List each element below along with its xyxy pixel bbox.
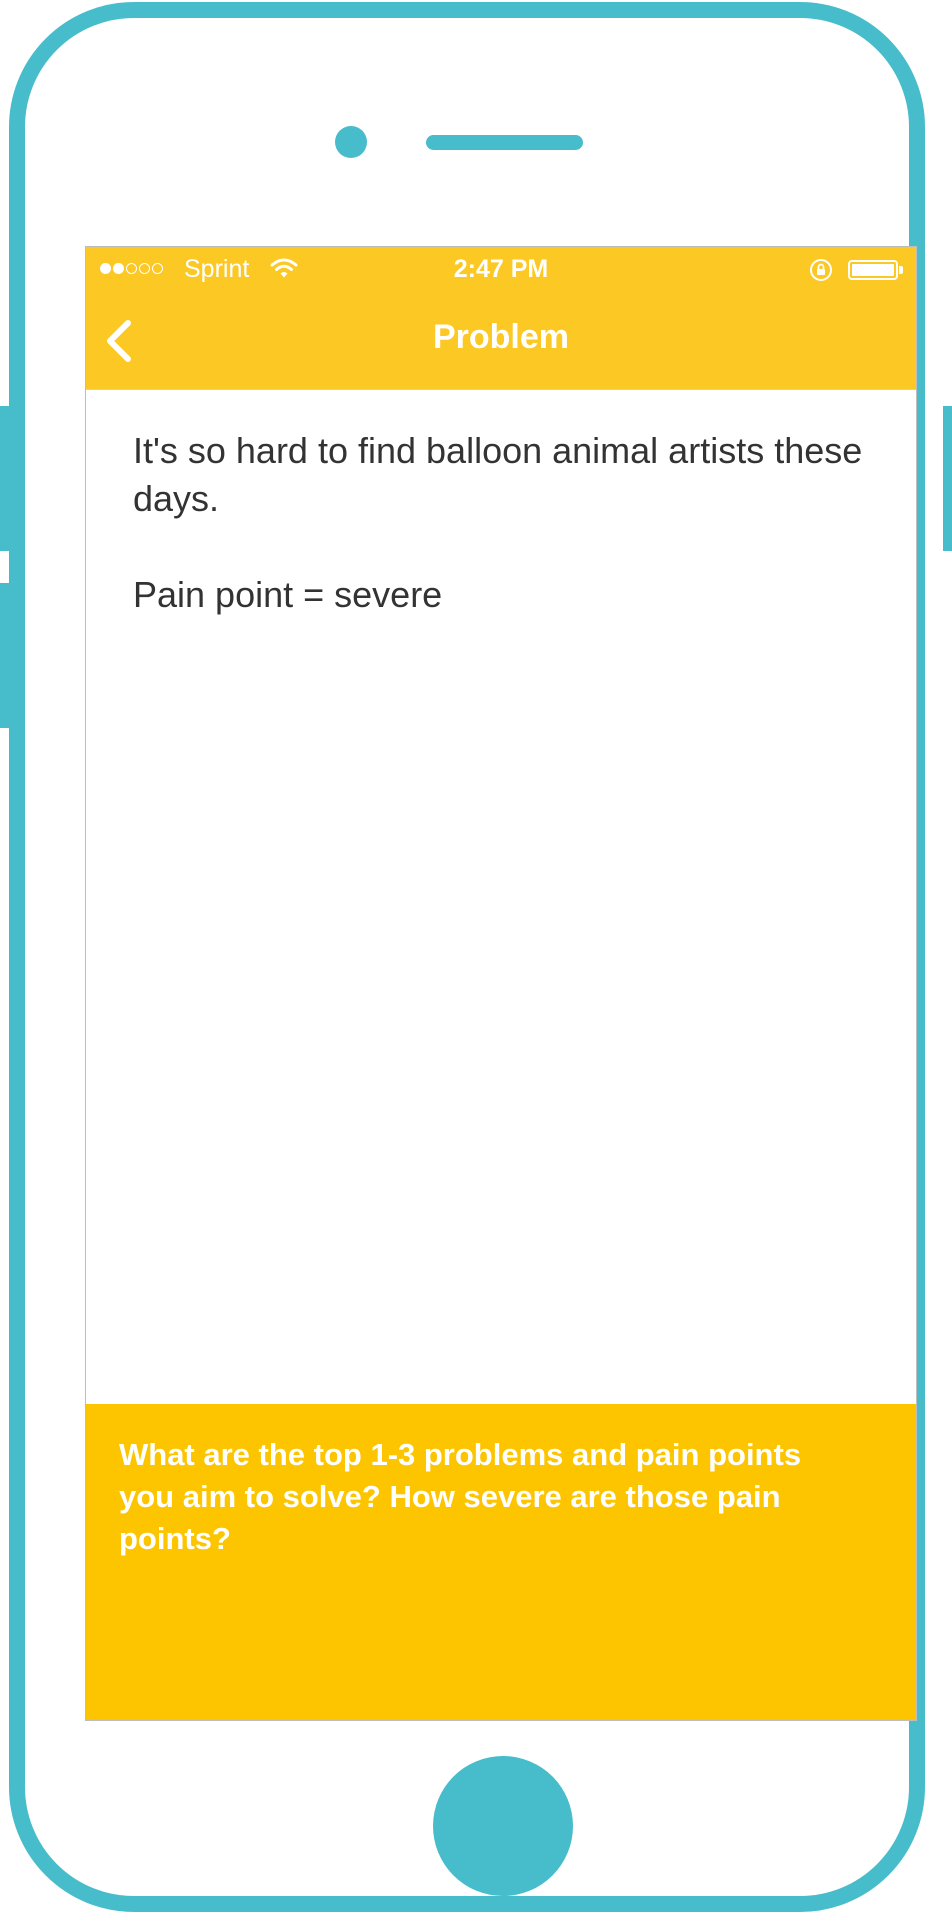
header-divider bbox=[86, 389, 916, 390]
problem-text: It's so hard to find balloon animal arti… bbox=[133, 427, 873, 619]
navigation-bar: Problem bbox=[86, 293, 916, 389]
front-camera bbox=[335, 126, 367, 158]
volume-down-button bbox=[0, 583, 9, 728]
battery-tip bbox=[899, 266, 903, 274]
page-title: Problem bbox=[432, 318, 570, 356]
phone-frame: Sprint 2:47 PM Problem It's so hard to f… bbox=[9, 2, 925, 1912]
problem-statement: It's so hard to find balloon animal arti… bbox=[133, 430, 863, 519]
home-button[interactable] bbox=[433, 1756, 573, 1896]
prompt-question: What are the top 1-3 problems and pain p… bbox=[119, 1437, 802, 1556]
volume-up-button bbox=[0, 406, 9, 551]
status-time: 2:47 PM bbox=[453, 255, 549, 283]
status-bar: Sprint 2:47 PM bbox=[86, 247, 916, 293]
pain-point-statement: Pain point = severe bbox=[133, 574, 443, 615]
prompt-panel: What are the top 1-3 problems and pain p… bbox=[86, 1404, 916, 1720]
earpiece-speaker bbox=[426, 135, 583, 150]
battery-icon bbox=[848, 260, 898, 280]
orientation-lock-icon bbox=[810, 259, 832, 281]
power-button bbox=[943, 406, 952, 551]
app-screen: Sprint 2:47 PM Problem It's so hard to f… bbox=[85, 246, 917, 1721]
